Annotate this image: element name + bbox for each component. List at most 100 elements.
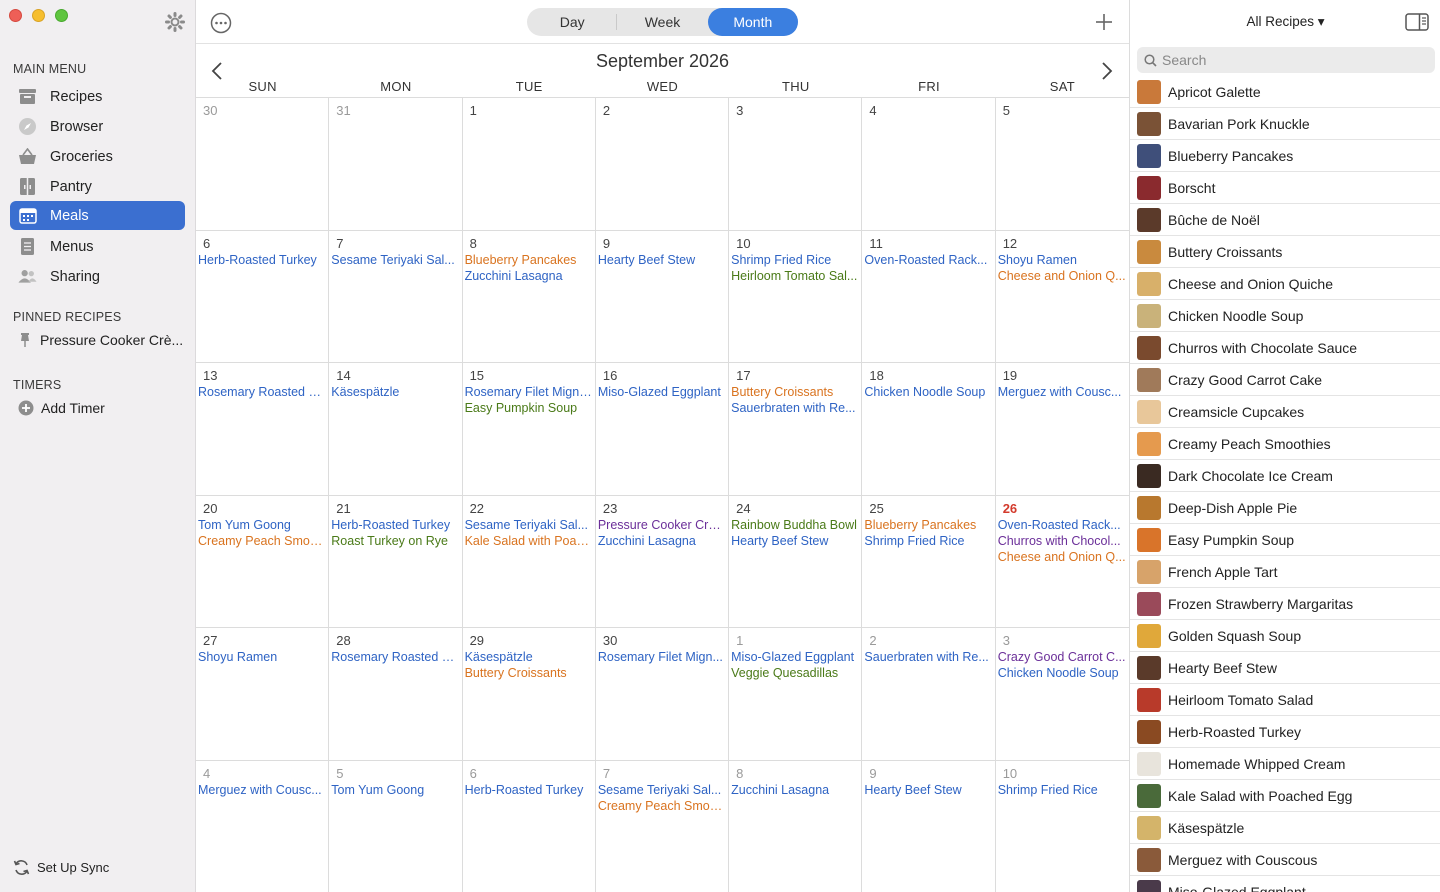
day-cell[interactable]: 31 (329, 98, 463, 230)
sidebar-item-browser[interactable]: Browser (10, 112, 185, 141)
recipe-list-item[interactable]: Creamy Peach Smoothies (1130, 428, 1440, 460)
recipe-list-item[interactable]: Golden Squash Soup (1130, 620, 1440, 652)
day-cell[interactable]: 2 Sauerbraten with Re... (862, 628, 996, 760)
meal-entry[interactable]: Sesame Teriyaki Sal... (598, 782, 728, 798)
day-cell[interactable]: 27 Shoyu Ramen (196, 628, 330, 760)
day-cell[interactable]: 13 Rosemary Roasted C... (196, 363, 330, 495)
recipe-list-item[interactable]: Deep-Dish Apple Pie (1130, 492, 1440, 524)
meal-entry[interactable]: Miso-Glazed Eggplant (731, 649, 861, 665)
recipe-list-item[interactable]: Heirloom Tomato Salad (1130, 684, 1440, 716)
sidebar-item-pantry[interactable]: Pantry (10, 172, 185, 201)
day-cell[interactable]: 1 (463, 98, 596, 230)
day-cell[interactable]: 6 Herb-Roasted Turkey (196, 230, 330, 362)
day-cell[interactable]: 12 Shoyu Ramen Cheese and Onion Q... (996, 231, 1129, 363)
meal-entry[interactable]: Sesame Teriyaki Sal... (465, 517, 595, 533)
view-week-button[interactable]: Week (617, 8, 707, 36)
day-cell[interactable]: 30 (196, 98, 330, 230)
day-cell[interactable]: 3 (729, 98, 863, 230)
recipe-list-item[interactable]: Borscht (1130, 172, 1440, 204)
recipe-list-item[interactable]: Blueberry Pancakes (1130, 140, 1440, 172)
recipe-list-item[interactable]: Creamsicle Cupcakes (1130, 396, 1440, 428)
setup-sync-button[interactable]: Set Up Sync (13, 859, 109, 876)
meal-entry[interactable]: Tom Yum Goong (198, 517, 328, 533)
meal-entry[interactable]: Kale Salad with Poac... (465, 533, 595, 549)
meal-entry[interactable]: Oven-Roasted Rack... (998, 517, 1129, 533)
recipe-list-item[interactable]: Käsespätzle (1130, 812, 1440, 844)
day-cell[interactable]: 3 Crazy Good Carrot C... Chicken Noodle So… (996, 628, 1129, 760)
day-cell[interactable]: 14 Käsespätzle (329, 363, 463, 495)
recipe-list-item[interactable]: Herb-Roasted Turkey (1130, 716, 1440, 748)
recipe-list-item[interactable]: Merguez with Couscous (1130, 844, 1440, 876)
view-day-button[interactable]: Day (527, 8, 618, 36)
pinned-recipe-item[interactable]: Pressure Cooker Crè... (18, 332, 183, 348)
meal-entry[interactable]: Easy Pumpkin Soup (465, 400, 595, 416)
day-cell[interactable]: 19 Merguez with Cousc... (996, 363, 1129, 495)
more-options-icon[interactable] (210, 12, 232, 34)
day-cell[interactable]: 7 Sesame Teriyaki Sal... (329, 230, 463, 362)
recipe-list-item[interactable]: Bavarian Pork Knuckle (1130, 108, 1440, 140)
add-icon[interactable] (1094, 12, 1114, 32)
meal-entry[interactable]: Herb-Roasted Turkey (331, 517, 461, 533)
meal-entry[interactable]: Sauerbraten with Re... (864, 649, 994, 665)
meal-entry[interactable]: Rosemary Roasted C... (331, 649, 461, 665)
recipe-list-item[interactable]: Bûche de Noël (1130, 204, 1440, 236)
meal-entry[interactable]: Chicken Noodle Soup (864, 384, 994, 400)
chevron-left-icon[interactable] (210, 61, 224, 81)
meal-entry[interactable]: Tom Yum Goong (331, 782, 461, 798)
recipe-list-item[interactable]: Easy Pumpkin Soup (1130, 524, 1440, 556)
recipe-list-item[interactable]: Homemade Whipped Cream (1130, 748, 1440, 780)
meal-entry[interactable]: Käsespätzle (331, 384, 461, 400)
day-cell[interactable]: 5 Tom Yum Goong (329, 760, 463, 892)
meal-entry[interactable]: Crazy Good Carrot C... (998, 649, 1129, 665)
day-cell[interactable]: 10 Shrimp Fried Rice Heirloom Tomato Sal..… (729, 230, 863, 362)
meal-entry[interactable]: Herb-Roasted Turkey (465, 782, 595, 798)
meal-entry[interactable]: Roast Turkey on Rye (331, 533, 461, 549)
day-cell[interactable]: 2 (596, 98, 730, 230)
meal-entry[interactable]: Chicken Noodle Soup (998, 665, 1129, 681)
day-cell[interactable]: 28 Rosemary Roasted C... (329, 628, 463, 760)
day-cell[interactable]: 7 Sesame Teriyaki Sal... Creamy Peach Smoo… (596, 760, 730, 892)
day-cell[interactable]: 20 Tom Yum Goong Creamy Peach Smoo... (196, 495, 330, 627)
meal-entry[interactable]: Churros with Chocol... (998, 533, 1129, 549)
day-cell[interactable]: 21 Herb-Roasted Turkey Roast Turkey on Rye (329, 495, 463, 627)
chevron-right-icon[interactable] (1100, 61, 1114, 81)
sidebar-item-groceries[interactable]: Groceries (10, 142, 185, 171)
meal-entry[interactable]: Veggie Quesadillas (731, 665, 861, 681)
meal-entry[interactable]: Hearty Beef Stew (598, 252, 728, 268)
recipe-list-item[interactable]: Cheese and Onion Quiche (1130, 268, 1440, 300)
day-cell[interactable]: 8 Zucchini Lasagna (729, 760, 863, 892)
day-cell[interactable]: 15 Rosemary Filet Mignon Easy Pumpkin Soup (463, 363, 596, 495)
meal-entry[interactable]: Merguez with Cousc... (998, 384, 1129, 400)
recipe-list-item[interactable]: Hearty Beef Stew (1130, 652, 1440, 684)
meal-entry[interactable]: Rosemary Roasted C... (198, 384, 328, 400)
meal-entry[interactable]: Oven-Roasted Rack... (864, 252, 994, 268)
sidebar-item-meals[interactable]: Meals (10, 201, 185, 230)
day-cell[interactable]: 8 Blueberry Pancakes Zucchini Lasagna (463, 230, 596, 362)
day-cell[interactable]: 26 Oven-Roasted Rack... Churros with Choco… (996, 496, 1129, 628)
day-cell[interactable]: 4 (862, 98, 996, 230)
recipes-filter-dropdown[interactable]: All Recipes ▾ (1130, 14, 1440, 30)
meal-entry[interactable]: Shrimp Fried Rice (731, 252, 861, 268)
meal-entry[interactable]: Pressure Cooker Crè... (598, 517, 728, 533)
day-cell[interactable]: 24 Rainbow Buddha Bowl Hearty Beef Stew (729, 495, 863, 627)
meal-entry[interactable]: Hearty Beef Stew (731, 533, 861, 549)
meal-entry[interactable]: Cheese and Onion Q... (998, 268, 1129, 284)
day-cell[interactable]: 23 Pressure Cooker Crè... Zucchini Lasagna (596, 495, 730, 627)
recipe-list-item[interactable]: Frozen Strawberry Margaritas (1130, 588, 1440, 620)
day-cell[interactable]: 1 Miso-Glazed Eggplant Veggie Quesadillas (729, 628, 863, 760)
day-cell[interactable]: 4 Merguez with Cousc... (196, 760, 330, 892)
day-cell[interactable]: 17 Buttery Croissants Sauerbraten with Re.… (729, 363, 863, 495)
meal-entry[interactable]: Shrimp Fried Rice (864, 533, 994, 549)
meal-entry[interactable]: Miso-Glazed Eggplant (598, 384, 728, 400)
view-month-button[interactable]: Month (707, 8, 798, 36)
gear-icon[interactable] (165, 12, 185, 32)
meal-entry[interactable]: Sauerbraten with Re... (731, 400, 861, 416)
window-maximize-button[interactable] (55, 9, 68, 22)
meal-entry[interactable]: Rosemary Filet Mign... (598, 649, 728, 665)
recipe-list-item[interactable]: Churros with Chocolate Sauce (1130, 332, 1440, 364)
add-timer-button[interactable]: Add Timer (18, 400, 105, 416)
sidebar-item-recipes[interactable]: Recipes (10, 82, 185, 111)
recipe-list-item[interactable]: Buttery Croissants (1130, 236, 1440, 268)
meal-entry[interactable]: Buttery Croissants (731, 384, 861, 400)
meal-entry[interactable]: Rosemary Filet Mignon (465, 384, 595, 400)
